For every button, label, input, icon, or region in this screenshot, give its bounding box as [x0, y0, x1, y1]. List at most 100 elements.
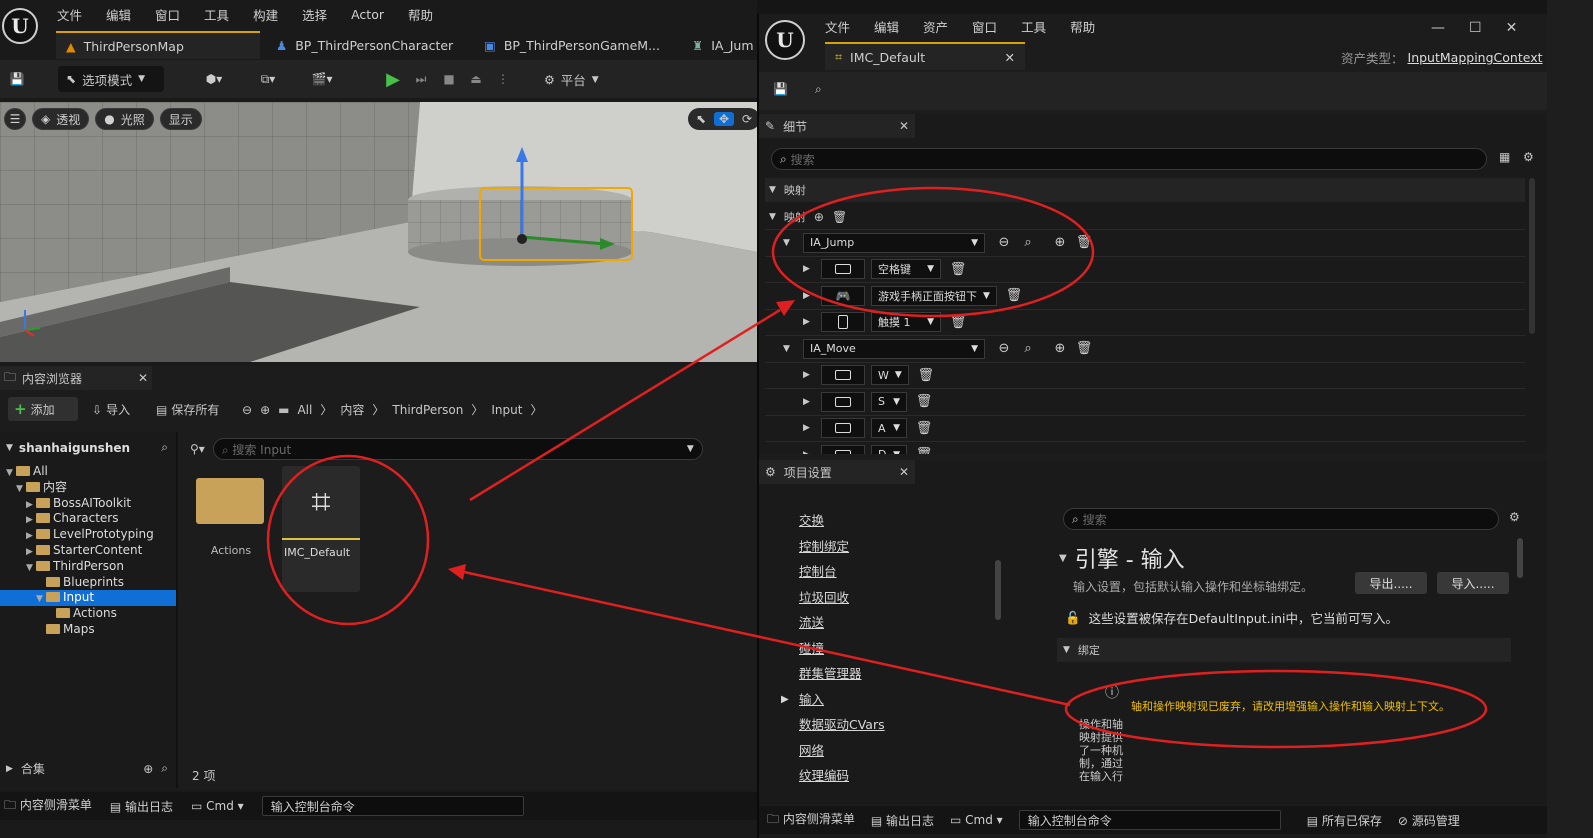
key-selector[interactable]: W ▼ — [871, 365, 909, 386]
maximize-icon[interactable]: ☐ — [1469, 20, 1482, 36]
menu-file[interactable]: 文件 — [825, 17, 850, 36]
gamepad-icon[interactable]: 🎮 — [821, 285, 865, 306]
breadcrumb-item[interactable]: Input — [491, 403, 522, 417]
rotate-tool-icon[interactable]: ⟳ — [738, 112, 756, 126]
console-input[interactable]: 输入控制台命令 — [1018, 810, 1281, 830]
hamburger-menu-icon[interactable]: ☰ — [4, 108, 26, 130]
more-options-icon[interactable]: ⋮ — [496, 64, 510, 94]
tree-item[interactable]: ▶ BossAIToolkit — [0, 496, 176, 512]
menu-tools[interactable]: 工具 — [1021, 17, 1046, 36]
output-log-button[interactable]: ▤ 输出日志 — [871, 812, 934, 829]
tab-bp-thirdpersoncharacter[interactable]: ♟ BP_ThirdPersonCharacter — [266, 31, 474, 59]
project-header[interactable]: ▼ shanhaigunshen ⌕ — [6, 440, 174, 455]
tree-item[interactable]: ▼ 内容 — [0, 480, 176, 496]
breadcrumb-item[interactable]: ThirdPerson — [392, 403, 463, 417]
eject-icon[interactable]: ⏏ — [465, 64, 487, 94]
section-mapping-header[interactable]: ▼ 映射 — [765, 178, 1525, 202]
project-settings-tab[interactable]: ⚙ 项目设置 ✕ — [759, 460, 915, 484]
tab-imc-default[interactable]: ⌗ IMC_Default ✕ — [825, 42, 1025, 70]
table-view-icon[interactable]: ▦ — [1499, 150, 1510, 164]
tree-item[interactable]: ▶ Characters — [0, 511, 176, 527]
nav-scrollbar[interactable] — [995, 560, 1001, 620]
breadcrumb-item[interactable]: All — [297, 403, 312, 417]
chevron-right-icon[interactable]: ▶ — [765, 370, 811, 380]
key-selector[interactable]: 游戏手柄正面按钮下 ▼ — [871, 285, 997, 306]
settings-nav-item[interactable]: 数据驱动CVars — [775, 712, 995, 738]
trash-icon[interactable]: 🗑 — [949, 260, 967, 278]
menu-edit[interactable]: 编辑 — [106, 5, 131, 24]
menu-edit[interactable]: 编辑 — [874, 17, 899, 36]
asset-folder-actions[interactable] — [196, 474, 264, 524]
content-browser-tab[interactable]: 🗀 内容浏览器 ✕ — [0, 366, 152, 390]
export-button[interactable]: 导出..... — [1355, 572, 1427, 594]
import-button[interactable]: 导入..... — [1437, 572, 1509, 594]
tab-ia-jump[interactable]: ♜ IA_Jum — [682, 31, 756, 59]
close-icon[interactable]: ✕ — [1005, 50, 1015, 65]
chevron-down-icon[interactable]: ▼ — [765, 344, 795, 354]
bindings-section-header[interactable]: ▼ 绑定 — [1057, 638, 1511, 662]
step-icon[interactable]: ⏭ — [410, 64, 432, 94]
tree-item[interactable]: ▶ LevelPrototyping — [0, 527, 176, 543]
action-dropdown[interactable]: IA_Jump ▼ — [803, 232, 985, 253]
asset-search-input[interactable]: ⌕ 搜索 Input ▼ — [212, 438, 703, 460]
select-tool-icon[interactable]: ⬉ — [692, 112, 710, 126]
menu-help[interactable]: 帮助 — [408, 5, 433, 24]
save-icon[interactable]: 💾 — [773, 82, 788, 96]
close-icon[interactable]: ✕ — [138, 371, 148, 385]
content-drawer-button[interactable]: 🗀 内容侧滑菜单 — [4, 796, 92, 817]
save-icon[interactable]: 💾 — [6, 64, 28, 94]
platform-dropdown[interactable]: ⚙ 平台 ▼ — [544, 70, 599, 89]
back-icon[interactable]: ⊖ — [242, 403, 252, 417]
settings-nav-item[interactable]: 群集管理器 — [775, 661, 995, 687]
add-element-icon[interactable]: ⊕ — [1051, 340, 1069, 358]
menu-select[interactable]: 选择 — [302, 5, 327, 24]
cinematics-icon[interactable]: 🎬▾ — [304, 64, 340, 94]
tab-thirdpersonmap[interactable]: ▲ ThirdPersonMap — [56, 31, 260, 59]
add-button[interactable]: + 添加 — [8, 397, 78, 421]
tree-item[interactable]: ▼ All — [0, 464, 176, 480]
chevron-right-icon[interactable]: ▶ — [765, 423, 811, 433]
chevron-down-icon[interactable]: ▼ — [36, 592, 46, 608]
trash-icon[interactable]: 🗑 — [915, 419, 933, 437]
cmd-dropdown[interactable]: ▭ Cmd ▾ — [191, 799, 244, 813]
collections-header[interactable]: ▶ 合集 ⊕ ⌕ — [6, 760, 174, 777]
keyboard-icon[interactable] — [821, 259, 865, 280]
trash-icon[interactable]: 🗑 — [915, 446, 933, 454]
menu-tools[interactable]: 工具 — [204, 5, 229, 24]
trash-icon[interactable]: 🗑 — [917, 366, 935, 384]
tree-item[interactable]: Blueprints — [0, 575, 176, 591]
lighting-button[interactable]: ● 光照 — [95, 108, 154, 130]
settings-nav-item[interactable]: 控制台 — [775, 559, 995, 585]
keyboard-icon[interactable] — [821, 365, 865, 386]
play-icon[interactable]: ▶ — [380, 64, 406, 94]
save-all-button[interactable]: ▤ 保存所有 — [156, 401, 219, 418]
chevron-right-icon[interactable]: ▶ — [765, 264, 811, 274]
add-element-icon[interactable]: ⊕ — [1051, 234, 1069, 252]
breadcrumb-item[interactable]: 内容 — [340, 401, 364, 418]
details-tab[interactable]: ✎ 细节 ✕ — [759, 114, 915, 138]
keyboard-icon[interactable] — [821, 444, 865, 454]
trash-icon[interactable]: 🗑 — [1005, 287, 1023, 305]
asset-imc-default[interactable]: ⌗ IMC_Default — [282, 466, 360, 592]
settings-nav-item[interactable]: 碰撞 — [775, 636, 995, 662]
key-selector[interactable]: 空格键 ▼ — [871, 259, 941, 280]
chevron-down-icon[interactable]: ▼ — [6, 466, 16, 482]
menu-help[interactable]: 帮助 — [1070, 17, 1095, 36]
settings-nav-item[interactable]: ▶ 输入 — [775, 687, 995, 713]
keyboard-icon[interactable] — [821, 418, 865, 439]
chevron-down-icon[interactable]: ▼ — [26, 561, 36, 577]
blueprint-menu-icon[interactable]: ⧉▾ — [250, 64, 286, 94]
menu-asset[interactable]: 资产 — [923, 17, 948, 36]
chevron-right-icon[interactable]: ▶ — [765, 397, 811, 407]
settings-nav-item[interactable]: 垃圾回收 — [775, 585, 995, 611]
output-log-button[interactable]: ▤ 输出日志 — [110, 798, 173, 815]
gear-icon[interactable]: ⚙ — [1523, 150, 1534, 164]
chevron-right-icon[interactable]: ▶ — [765, 291, 811, 301]
chevron-right-icon[interactable]: ▶ — [765, 450, 811, 454]
import-button[interactable]: ⇩ 导入 — [92, 401, 130, 418]
settings-nav-item[interactable]: 控制绑定 — [775, 534, 995, 560]
close-icon[interactable]: ✕ — [899, 119, 909, 133]
translate-tool-icon[interactable]: ✥ — [714, 112, 734, 126]
trash-icon[interactable]: 🗑 — [832, 210, 847, 224]
menu-window[interactable]: 窗口 — [972, 17, 997, 36]
